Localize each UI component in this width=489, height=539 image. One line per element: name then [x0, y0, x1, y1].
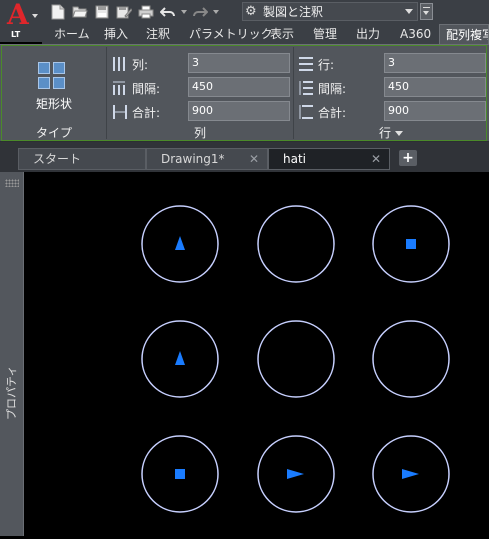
panel-title-rows-label: 行: [378, 126, 391, 140]
row-total-label: 合計:: [318, 106, 347, 120]
save-as-icon[interactable]: [114, 2, 134, 22]
array-circle[interactable]: [257, 320, 335, 398]
array-item[interactable]: [257, 435, 335, 513]
row-total-input[interactable]: 900: [384, 101, 486, 121]
row-count-row: 行:: [298, 53, 388, 75]
close-icon[interactable]: ✕: [249, 149, 259, 169]
array-item[interactable]: [141, 205, 219, 283]
triangle-up-marker: [175, 236, 185, 250]
undo-icon[interactable]: [158, 2, 178, 22]
tab-a360[interactable]: A360: [400, 24, 431, 44]
new-tab-button[interactable]: +: [399, 150, 417, 166]
rectangular-array-icon: [38, 62, 66, 90]
tab-parametric[interactable]: パラメトリック: [189, 24, 273, 44]
column-spacing-input[interactable]: 450: [188, 77, 290, 97]
row-spacing-row: 間隔:: [298, 77, 388, 99]
panel-title-type: タイプ: [35, 126, 72, 140]
triangle-up-marker: [175, 351, 185, 365]
undo-dropdown-icon[interactable]: [180, 2, 188, 22]
print-icon[interactable]: [136, 2, 156, 22]
column-count-label: 列:: [132, 58, 149, 72]
array-item[interactable]: [372, 320, 450, 398]
application-menu-button[interactable]: A LT: [0, 0, 42, 42]
row-count-label: 行:: [318, 58, 335, 72]
array-item[interactable]: [257, 320, 335, 398]
workspace-dropdown[interactable]: ⚙ 製図と注釈: [242, 2, 418, 21]
chevron-down-icon: [405, 9, 413, 14]
redo-dropdown-icon[interactable]: [212, 2, 220, 22]
tab-annotate[interactable]: 注釈: [146, 24, 170, 44]
edition-label: LT: [11, 30, 21, 39]
panel-title-columns: 列: [193, 126, 206, 140]
row-spacing-icon: [299, 81, 313, 95]
array-item[interactable]: [141, 320, 219, 398]
array-item[interactable]: [141, 435, 219, 513]
autocad-logo-icon: A: [7, 0, 29, 31]
row-count-input[interactable]: 3: [384, 53, 486, 73]
properties-palette-strip[interactable]: [0, 172, 24, 536]
rectangular-array-label: 矩形状: [35, 97, 72, 111]
square-marker: [175, 469, 185, 479]
row-total-icon: [299, 105, 313, 119]
save-icon[interactable]: [92, 2, 112, 22]
tab-home[interactable]: ホーム: [54, 24, 90, 44]
tab-manage[interactable]: 管理: [313, 24, 337, 44]
tab-array[interactable]: 配列複写: [439, 24, 489, 44]
doc-tab-label: Drawing1*: [161, 152, 225, 166]
chevron-down-icon: [32, 14, 38, 18]
column-total-label: 合計:: [132, 106, 161, 120]
doc-tab-hati[interactable]: hati ✕: [268, 148, 390, 170]
new-icon[interactable]: [48, 2, 68, 22]
customize-toolbar-button[interactable]: [420, 3, 433, 20]
array-item[interactable]: [257, 205, 335, 283]
array-circle[interactable]: [257, 205, 335, 283]
doc-tab-label: スタート: [33, 152, 82, 166]
doc-tab-drawing1[interactable]: Drawing1* ✕: [146, 148, 268, 170]
close-icon[interactable]: ✕: [371, 149, 381, 169]
panel-title-rows[interactable]: 行: [294, 125, 488, 141]
row-total-row: 合計:: [298, 101, 388, 123]
chevron-down-icon: [395, 131, 403, 136]
tab-output[interactable]: 出力: [356, 24, 380, 44]
column-total-icon: [113, 105, 127, 119]
column-total-input[interactable]: 900: [188, 101, 290, 121]
row-spacing-input[interactable]: 450: [384, 77, 486, 97]
square-marker: [406, 239, 416, 249]
ribbon-panel-area: 矩形状 タイプ 列: 3 間隔: 450 合計: 900 列 行: 3 間隔: …: [0, 44, 489, 142]
doc-tab-label: hati: [283, 152, 306, 166]
array-item[interactable]: [372, 435, 450, 513]
ribbon-tab-bar: ホーム 挿入 注釈 パラメトリック 表示 管理 出力 A360 配列複写: [42, 24, 489, 44]
array-item[interactable]: [372, 205, 450, 283]
columns-icon: [113, 57, 125, 71]
drawing-area[interactable]: [24, 172, 489, 536]
column-spacing-icon: [113, 81, 125, 95]
tab-view[interactable]: 表示: [270, 24, 294, 44]
triangle-right-marker: [402, 469, 419, 479]
drawing-canvas[interactable]: [24, 172, 489, 536]
tab-insert[interactable]: 挿入: [104, 24, 128, 44]
open-icon[interactable]: [70, 2, 90, 22]
doc-tab-start[interactable]: スタート: [18, 148, 146, 170]
column-count-input[interactable]: 3: [188, 53, 290, 73]
grip-handle[interactable]: [5, 179, 19, 187]
quick-access-toolbar: [48, 2, 220, 22]
workspace-label: 製図と注釈: [263, 5, 324, 19]
rectangular-array-button[interactable]: 矩形状: [24, 57, 84, 115]
column-spacing-label: 間隔:: [132, 82, 161, 96]
array-circle[interactable]: [372, 320, 450, 398]
triangle-right-marker: [287, 469, 304, 479]
row-spacing-label: 間隔:: [318, 82, 347, 96]
gear-icon: ⚙: [245, 4, 257, 19]
redo-icon[interactable]: [190, 2, 210, 22]
rows-icon: [299, 57, 313, 71]
properties-palette-label: プロパティ: [5, 365, 18, 420]
